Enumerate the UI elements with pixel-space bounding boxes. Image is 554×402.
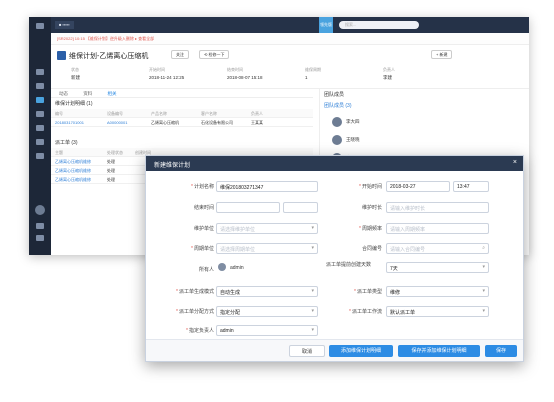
more-button[interactable]: ⟲ 检修一下 — [199, 50, 230, 59]
grid2-title: 派工单 (3) — [55, 140, 78, 146]
start-time-label: 开始时间 — [326, 183, 382, 190]
end-date-input[interactable] — [216, 202, 280, 213]
workflow-select[interactable]: 默认派工单 ▾ — [386, 306, 489, 317]
nav-icon-4[interactable] — [36, 125, 44, 131]
member-avatar — [332, 117, 342, 127]
plan-name-label: 计划名称 — [152, 183, 214, 190]
workflow-label: 派工单工作流 — [326, 308, 382, 315]
assign-mode-select[interactable]: 指定分配 ▾ — [216, 306, 318, 317]
type-select[interactable]: 维修 ▾ — [386, 286, 489, 297]
search-icon: ⌕ — [482, 245, 485, 251]
field-value-3: 1 — [305, 75, 308, 80]
nav-icon-2[interactable] — [36, 83, 44, 89]
save-button[interactable]: 保存 — [485, 345, 517, 357]
duration-input[interactable]: 请输入维护时长 — [386, 202, 489, 213]
menu-icon[interactable] — [36, 23, 44, 29]
contract-label: 合同编号 — [361, 246, 382, 252]
field-label-0: 状态 — [71, 67, 79, 72]
nav-icon-8[interactable] — [36, 235, 44, 241]
chevron-down-icon: ▾ — [311, 308, 314, 314]
chevron-down-icon: ▾ — [482, 264, 485, 270]
nav-icon-7[interactable] — [36, 223, 44, 229]
team-title: 团队成员 — [324, 92, 345, 98]
tab-docs[interactable]: 资料 — [83, 91, 92, 96]
cycle-unit-select[interactable]: 请选择周期单位 ▾ — [216, 243, 318, 254]
chevron-down-icon: ▾ — [311, 225, 314, 231]
new-button[interactable]: + 新建 — [431, 50, 453, 59]
follow-button[interactable]: 关注 — [171, 50, 189, 59]
field-value-2: 2018-08-07 15:18 — [227, 75, 263, 80]
record-header: 维保计划-乙烯离心压缩机 关注 ⟲ 检修一下 + 新建 状态 新建 开始时间 2… — [51, 45, 529, 89]
top-bar: ■ ▪▪▪▪▪ 领先版 搜索... — [51, 17, 529, 33]
notice-bar: [SR2022] 10:15 【维保计划】逆升级入删除 ▸ 查看全部 — [51, 33, 529, 45]
advance-days-label: 派工单提前创建天数 — [326, 262, 372, 268]
assign-mode-label: 派工单分配方式 — [152, 308, 214, 315]
nav-icon-6[interactable] — [36, 153, 44, 159]
nav-icon-5[interactable] — [36, 139, 44, 145]
tab-activity[interactable]: 动态 — [59, 91, 68, 96]
end-time-input[interactable] — [283, 202, 318, 213]
owner-label: 所有人 — [198, 267, 214, 273]
field-label-4: 负责人 — [383, 67, 395, 72]
dialog-footer: 取消 添加维保计划明细 保存并添加维保计划明细 保存 — [146, 339, 523, 361]
grid1-header: 编号 设备编号 产品名称 客户名称 负责人 — [51, 109, 313, 118]
record-title: 维保计划-乙烯离心压缩机 — [69, 53, 149, 60]
assignee-select[interactable]: admin ▾ — [216, 325, 318, 336]
member-avatar — [332, 135, 342, 145]
unit-label: 维护单位 — [193, 226, 214, 232]
cycle-unit-label: 周期单位 — [152, 245, 214, 252]
team-subtitle: 团队成员 (3) — [324, 103, 352, 109]
record-icon — [57, 51, 66, 60]
member-name: 王晓晓 — [346, 137, 360, 142]
dialog-title: 新建维保计划 — [154, 163, 191, 169]
nav-icon-active[interactable] — [36, 97, 44, 103]
nav-icon-1[interactable] — [36, 69, 44, 75]
type-label: 派工单类型 — [326, 288, 382, 295]
chevron-down-icon: ▾ — [311, 288, 314, 294]
contract-select[interactable]: 请输入合同编号 ⌕ — [386, 243, 489, 254]
field-label-3: 维保周期 — [305, 67, 321, 72]
field-value-4: 李建 — [383, 75, 392, 80]
user-avatar[interactable] — [35, 205, 45, 215]
chevron-down-icon: ▾ — [311, 327, 314, 333]
nav-icon-3[interactable] — [36, 111, 44, 117]
end-time-label: 结束时间 — [193, 205, 214, 211]
grid1-title: 维保计划明细 (1) — [55, 101, 93, 107]
cancel-button[interactable]: 取消 — [289, 345, 325, 357]
gen-mode-label: 派工单生成模式 — [152, 288, 214, 295]
edition-badge: 领先版 — [319, 17, 333, 33]
unit-select[interactable]: 请选择维护单位 ▾ — [216, 223, 318, 234]
owner-value: admin — [230, 265, 244, 271]
left-nav — [29, 17, 51, 255]
field-label-1: 开始时间 — [149, 67, 165, 72]
save-and-add-button[interactable]: 保存并添加维保计划明细 — [398, 345, 480, 357]
search-input[interactable]: 搜索... — [339, 21, 419, 29]
chevron-down-icon: ▾ — [311, 245, 314, 251]
table-row[interactable]: 2018031701001 A00000001 乙烯离心压缩机 石化设备有限公司… — [51, 118, 313, 127]
cycle-input[interactable]: 请输入周期频率 — [386, 223, 489, 234]
chevron-down-icon: ▾ — [482, 288, 485, 294]
new-maintenance-plan-dialog: 新建维保计划 × 计划名称 维保201803271347 开始时间 2018-0… — [145, 155, 524, 362]
field-label-2: 结束时间 — [227, 67, 243, 72]
advance-days-select[interactable]: 7天 ▾ — [386, 262, 489, 273]
field-value-1: 2018-11-24 12:25 — [149, 75, 185, 80]
start-date-input[interactable]: 2018-03-27 — [386, 181, 450, 192]
owner-avatar — [218, 263, 226, 271]
cycle-label: 周期频率 — [326, 225, 382, 232]
chevron-down-icon: ▾ — [482, 308, 485, 314]
member-name: 李大四 — [346, 119, 360, 124]
add-detail-button[interactable]: 添加维保计划明细 — [329, 345, 393, 357]
gen-mode-select[interactable]: 自动生成 ▾ — [216, 286, 318, 297]
field-value-0: 新建 — [71, 75, 80, 80]
dialog-header: 新建维保计划 × — [146, 156, 523, 171]
tab-current[interactable]: ■ ▪▪▪▪▪ — [55, 21, 74, 29]
plan-name-input[interactable]: 维保201803271347 — [216, 181, 318, 192]
start-time-input[interactable]: 13:47 — [453, 181, 489, 192]
close-icon[interactable]: × — [513, 159, 517, 166]
tab-related[interactable]: 相关 — [108, 91, 117, 96]
assignee-label: 指定负责人 — [152, 327, 214, 334]
duration-label: 维护时长 — [361, 205, 382, 211]
